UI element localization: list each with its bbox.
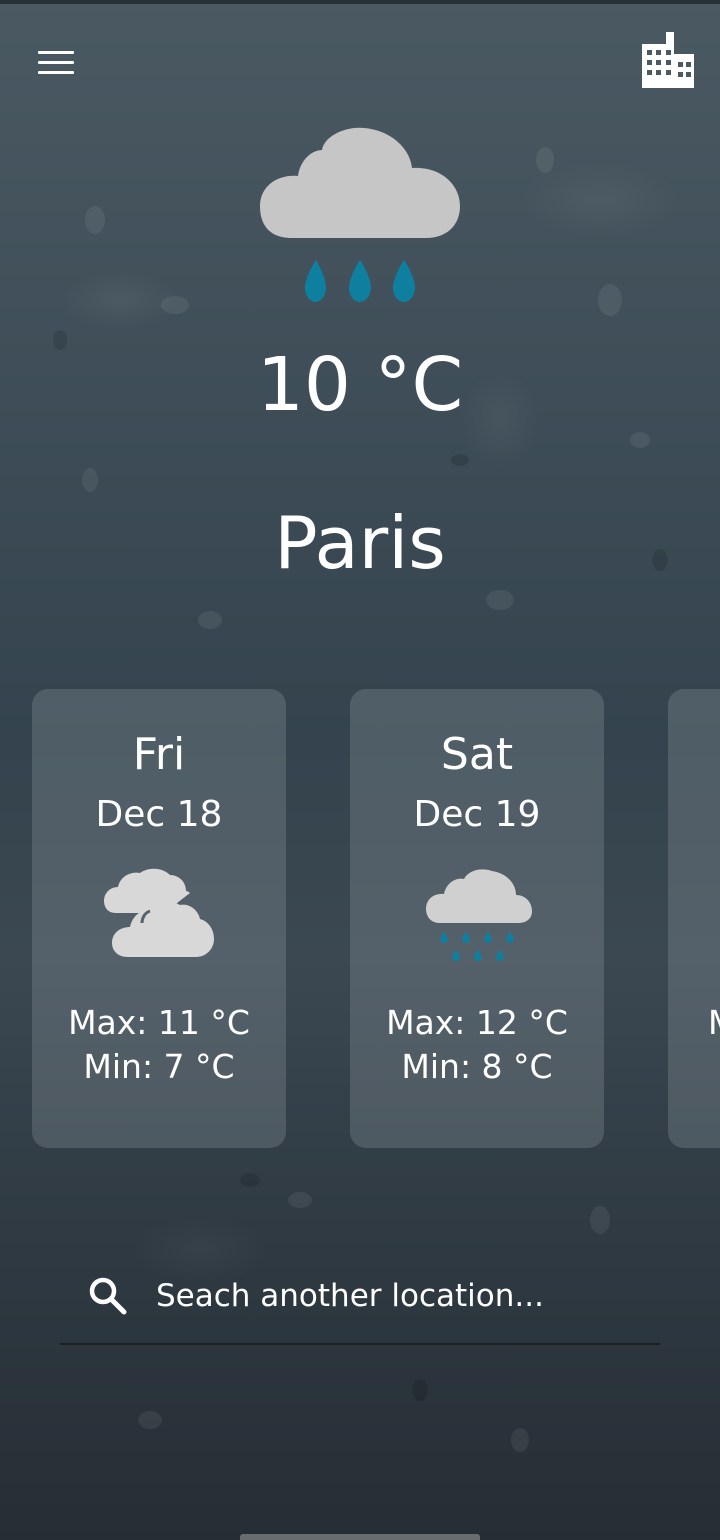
search-icon	[89, 1277, 127, 1315]
search-underline	[60, 1343, 660, 1345]
forecast-min: Min: 8 °C	[401, 1047, 553, 1086]
city-name: Paris	[274, 501, 446, 585]
forecast-min: Min: 7 °C	[83, 1047, 235, 1086]
cloudy-icon	[104, 868, 214, 957]
status-bar-edge	[0, 0, 720, 4]
rain-cloud-icon	[260, 127, 460, 302]
forecast-max: M	[708, 1001, 720, 1045]
menu-button[interactable]	[30, 42, 82, 82]
forecast-card[interactable]: M	[668, 689, 720, 1148]
forecast-day: Sat	[440, 729, 514, 780]
forecast-max: Max: 11 °C	[68, 1003, 250, 1042]
forecast-card[interactable]: Sat Dec 19 Max: 12 °C Min: 8 °C	[350, 689, 604, 1148]
forecast-day: Fri	[132, 729, 186, 780]
forecast-date: Dec 18	[95, 794, 223, 835]
hamburger-menu-icon-line	[38, 60, 74, 64]
hamburger-menu-icon-line	[38, 70, 74, 74]
home-indicator[interactable]	[240, 1534, 480, 1540]
forecast-date: Dec 19	[413, 794, 541, 835]
search-input[interactable]	[148, 1268, 664, 1324]
city-buildings-icon[interactable]	[638, 30, 698, 90]
forecast-card[interactable]: Fri Dec 18 Max: 11 °C Min: 7 °C	[32, 689, 286, 1148]
forecast-max: Max: 12 °C	[386, 1003, 568, 1042]
heavy-rain-icon	[426, 869, 532, 961]
current-temperature: 10 °C	[256, 342, 464, 428]
hamburger-menu-icon	[38, 50, 74, 54]
